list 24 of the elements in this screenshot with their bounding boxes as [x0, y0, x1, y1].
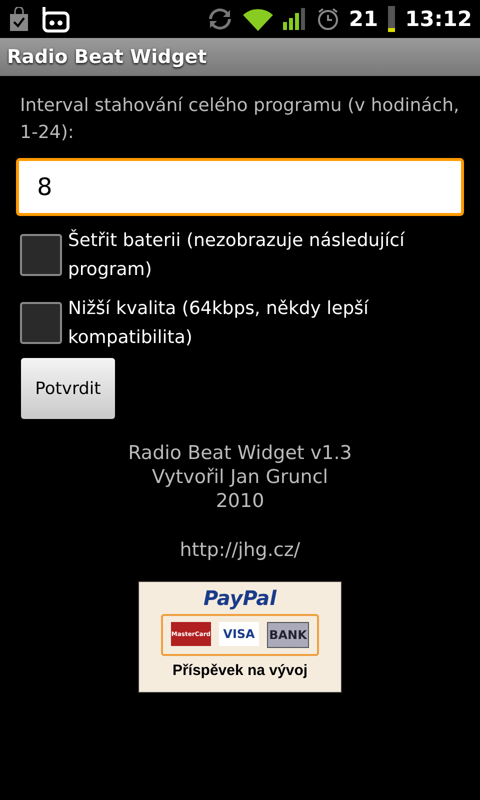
- battery-icon: [388, 6, 396, 32]
- website-link[interactable]: http://jhg.cz/: [180, 539, 300, 561]
- window-title: Radio Beat Widget: [7, 46, 207, 68]
- interval-input-field[interactable]: 8: [16, 158, 464, 216]
- card-logo: VISA: [219, 622, 259, 646]
- card-logo: BANK: [267, 622, 309, 648]
- shopping-bag-icon: [8, 7, 30, 31]
- option-label: Nižší kvalita (64kbps, někdy lepší kompatibilita): [68, 297, 370, 350]
- paypal-logo-text: PayPal: [203, 586, 277, 610]
- wifi-icon: [242, 7, 273, 31]
- interval-label: Interval stahování celého programu (v hodinách, 1-24):: [19, 94, 460, 145]
- option-label: Šetřit baterii (nezobrazuje následující program): [68, 228, 406, 282]
- signal-icon: [282, 8, 307, 30]
- clock-time: 13:12: [405, 7, 472, 31]
- checkbox[interactable]: [20, 234, 62, 276]
- alarm-clock-icon: [316, 7, 339, 31]
- donate-caption: Příspěvek na vývoj: [172, 662, 308, 679]
- sync-icon: [206, 7, 233, 31]
- about-text: 2010: [216, 489, 264, 513]
- about-text: Vytvořil Jan Gruncl: [152, 465, 328, 489]
- confirm-button[interactable]: Potvrdit: [21, 358, 115, 419]
- about-text: Radio Beat Widget v1.3: [128, 441, 352, 465]
- checkbox[interactable]: [20, 302, 62, 344]
- battery-percent: 21: [348, 7, 378, 31]
